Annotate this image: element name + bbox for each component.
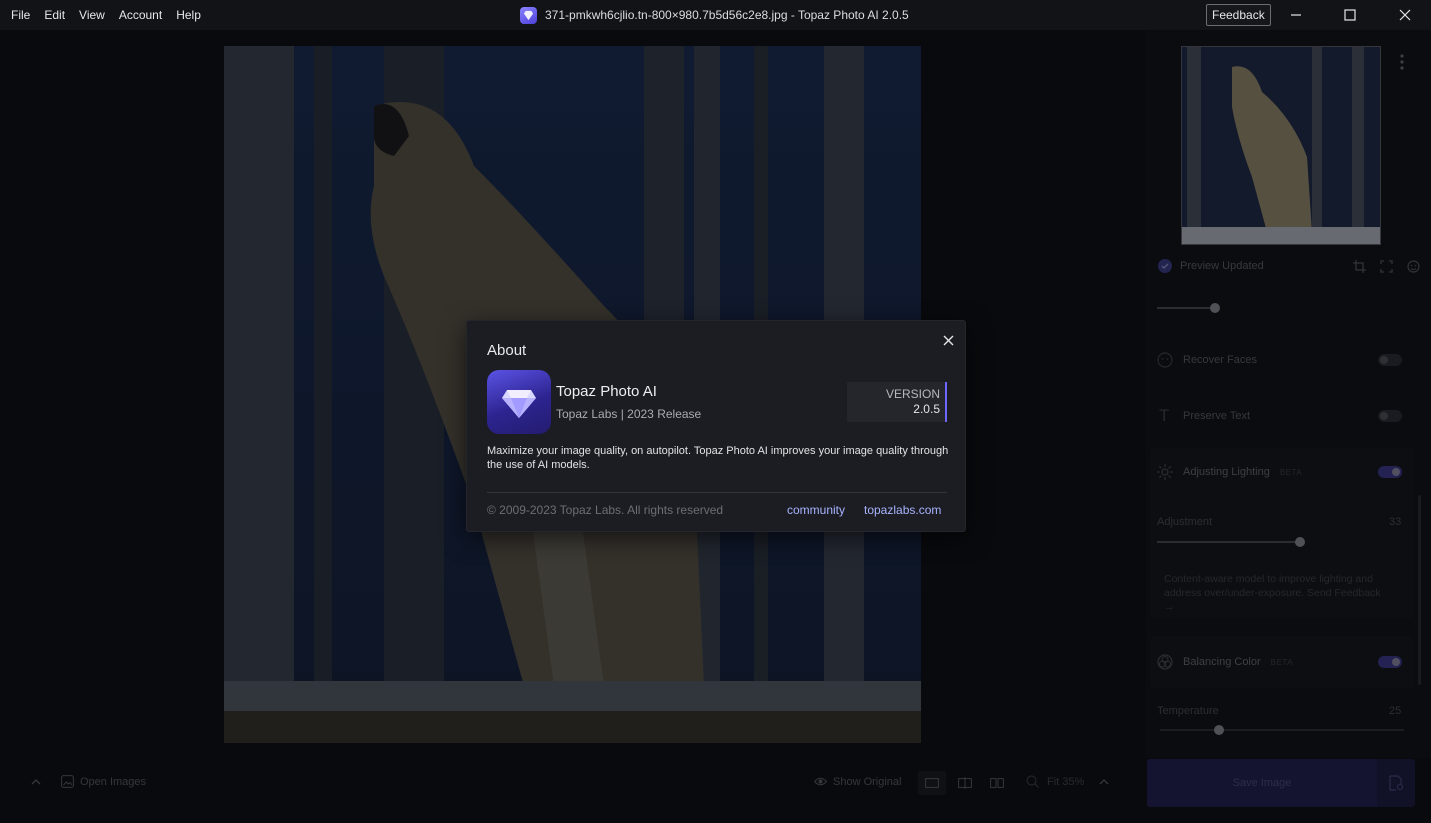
topazlabs-link[interactable]: topazlabs.com xyxy=(864,503,941,517)
window-title: 371-pmkwh6cjlio.tn-800×980.7b5d56c2e8.jp… xyxy=(520,0,909,30)
community-link[interactable]: community xyxy=(787,503,845,517)
window-title-text: 371-pmkwh6cjlio.tn-800×980.7b5d56c2e8.jp… xyxy=(545,8,909,22)
topaz-logo xyxy=(487,370,551,434)
feedback-button[interactable]: Feedback xyxy=(1206,4,1271,26)
app-icon xyxy=(520,6,537,24)
about-dialog: About Topaz Photo AI Topaz Labs | 2023 R… xyxy=(466,320,966,532)
menu-view[interactable]: View xyxy=(72,0,112,30)
topaz-photo-ai-window: File Edit View Account Help 371-pmkwh6cj… xyxy=(0,0,1431,823)
version-number: 2.0.5 xyxy=(913,402,940,416)
app-vendor: Topaz Labs | 2023 Release xyxy=(556,407,702,421)
about-dialog-title: About xyxy=(487,342,527,359)
title-bar: File Edit View Account Help 371-pmkwh6cj… xyxy=(0,0,1431,30)
minimize-button[interactable] xyxy=(1273,0,1319,30)
app-description: Maximize your image quality, on autopilo… xyxy=(487,445,949,471)
close-icon xyxy=(1399,9,1411,21)
menu-edit[interactable]: Edit xyxy=(37,0,72,30)
menu-bar: File Edit View Account Help xyxy=(0,0,208,30)
copyright-text: © 2009-2023 Topaz Labs. All rights reser… xyxy=(487,503,724,517)
minimize-icon xyxy=(1291,14,1301,16)
menu-help[interactable]: Help xyxy=(169,0,208,30)
dialog-divider xyxy=(487,492,947,493)
menu-account[interactable]: Account xyxy=(112,0,169,30)
version-box: VERSION 2.0.5 xyxy=(847,382,947,422)
menu-file[interactable]: File xyxy=(4,0,37,30)
close-window-button[interactable] xyxy=(1382,0,1428,30)
about-close-button[interactable] xyxy=(939,331,957,349)
maximize-button[interactable] xyxy=(1327,0,1373,30)
app-name: Topaz Photo AI xyxy=(556,383,657,400)
maximize-icon xyxy=(1344,9,1356,21)
diamond-icon xyxy=(502,390,536,418)
version-label: VERSION xyxy=(885,387,940,401)
close-icon xyxy=(943,335,953,345)
